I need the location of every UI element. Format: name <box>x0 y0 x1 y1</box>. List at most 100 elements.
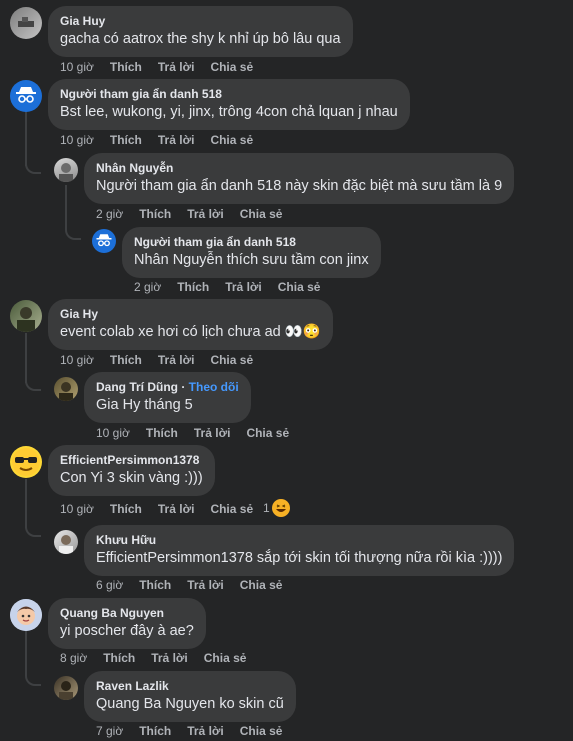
avatar[interactable] <box>54 158 78 182</box>
reply-button[interactable]: Trả lời <box>158 60 195 74</box>
comment-time[interactable]: 6 giờ <box>96 578 123 592</box>
photo-avatar-icon <box>59 163 73 182</box>
comment-author[interactable]: Người tham gia ẩn danh 518 <box>134 234 369 250</box>
comment-author: Dang Trí Dũng · Theo dõi <box>96 380 239 394</box>
comment-time[interactable]: 2 giờ <box>134 280 161 294</box>
comment-text: Nhân Nguyễn thích sưu tầm con jinx <box>134 252 369 268</box>
haha-reaction-icon <box>271 499 290 517</box>
cartoon-avatar-icon <box>10 599 42 631</box>
photo-avatar-icon <box>59 382 73 401</box>
anonymous-icon <box>16 87 36 103</box>
like-button[interactable]: Thích <box>139 207 171 221</box>
comment-text: Gia Hy tháng 5 <box>96 397 193 413</box>
comment-time[interactable]: 7 giờ <box>96 724 123 738</box>
share-button[interactable]: Chia sẻ <box>240 724 283 738</box>
comment-bubble: Gia Huy gacha có aatrox the shy k nhỉ úp… <box>48 6 353 57</box>
reply-button[interactable]: Trả lời <box>225 280 262 294</box>
comment-author[interactable]: Khưu Hữu <box>96 532 502 548</box>
avatar[interactable] <box>10 80 42 112</box>
avatar[interactable] <box>10 300 42 332</box>
like-button[interactable]: Thích <box>110 133 142 147</box>
reply-button[interactable]: Trả lời <box>158 502 195 516</box>
avatar[interactable] <box>54 377 78 401</box>
like-button[interactable]: Thích <box>146 426 178 440</box>
comment-author[interactable]: Quang Ba Nguyen <box>60 605 194 621</box>
comment-time[interactable]: 10 giờ <box>60 502 94 516</box>
comment-time[interactable]: 10 giờ <box>60 133 94 147</box>
comment-author[interactable]: EfficientPersimmon1378 <box>60 452 203 468</box>
comment-bubble: EfficientPersimmon1378 Con Yi 3 skin vàn… <box>48 445 215 496</box>
share-button[interactable]: Chia sẻ <box>246 426 289 440</box>
reaction-summary[interactable]: 1 <box>263 499 290 517</box>
comment-actions: 10 giờ Thích Trả lời Chia sẻ <box>60 501 269 517</box>
comment-actions: 8 giờ Thích Trả lời Chia sẻ <box>60 650 262 666</box>
comment-bubble: Raven Lazlik Quang Ba Nguyen ko skin cũ <box>84 671 296 722</box>
reply-button[interactable]: Trả lời <box>194 426 231 440</box>
comment-time[interactable]: 10 giờ <box>60 60 94 74</box>
comment-bubble: Dang Trí Dũng · Theo dõi Gia Hy tháng 5 <box>84 372 251 423</box>
comment-actions: 2 giờ Thích Trả lời Chia sẻ <box>96 206 298 222</box>
comment-actions: 10 giờ Thích Trả lời Chia sẻ <box>60 352 269 368</box>
comment-text: Con Yi 3 skin vàng :))) <box>60 470 203 486</box>
like-button[interactable]: Thích <box>103 651 135 665</box>
reply-button[interactable]: Trả lời <box>187 207 224 221</box>
comment-text: event colab xe hơi có lịch chưa ad 👀😳 <box>60 324 321 340</box>
comment-author-name[interactable]: Dang Trí Dũng <box>96 380 178 394</box>
share-button[interactable]: Chia sẻ <box>210 353 253 367</box>
like-button[interactable]: Thích <box>139 724 171 738</box>
like-button[interactable]: Thích <box>177 280 209 294</box>
comment-actions: 10 giờ Thích Trả lời Chia sẻ <box>60 132 269 148</box>
comment-author[interactable]: Gia Hy <box>60 306 321 322</box>
comment-text: Quang Ba Nguyen ko skin cũ <box>96 696 284 712</box>
comment-author[interactable]: Người tham gia ẩn danh 518 <box>60 86 398 102</box>
share-button[interactable]: Chia sẻ <box>210 60 253 74</box>
share-button[interactable]: Chia sẻ <box>210 133 253 147</box>
comment-time[interactable]: 2 giờ <box>96 207 123 221</box>
photo-avatar-icon <box>17 307 35 332</box>
like-button[interactable]: Thích <box>110 502 142 516</box>
reply-button[interactable]: Trả lời <box>187 578 224 592</box>
comment-author[interactable]: Nhân Nguyễn <box>96 160 502 176</box>
reply-button[interactable]: Trả lời <box>158 353 195 367</box>
reply-button[interactable]: Trả lời <box>187 724 224 738</box>
photo-avatar-icon <box>59 535 73 554</box>
comment-actions: 6 giờ Thích Trả lời Chia sẻ <box>96 577 298 593</box>
reply-button[interactable]: Trả lời <box>151 651 188 665</box>
comment-text: Bst lee, wukong, yi, jinx, trông 4con ch… <box>60 104 398 120</box>
photo-avatar-icon <box>59 681 73 700</box>
comment-actions: 10 giờ Thích Trả lời Chia sẻ <box>96 425 305 441</box>
comment-author[interactable]: Raven Lazlik <box>96 678 284 694</box>
comment-bubble: Người tham gia ẩn danh 518 Bst lee, wuko… <box>48 79 410 130</box>
comment-text: yi poscher đây à ae? <box>60 623 194 639</box>
comment-time[interactable]: 10 giờ <box>60 353 94 367</box>
comment-actions: 7 giờ Thích Trả lời Chia sẻ <box>96 723 298 739</box>
comment-time[interactable]: 8 giờ <box>60 651 87 665</box>
comment-bubble: Nhân Nguyễn Người tham gia ẩn danh 518 n… <box>84 153 515 204</box>
photo-avatar-icon <box>18 17 34 27</box>
comment-text: EfficientPersimmon1378 sắp tới skin tối … <box>96 550 503 566</box>
reply-button[interactable]: Trả lời <box>158 133 195 147</box>
comment-text: Người tham gia ẩn danh 518 này skin đặc … <box>96 178 503 194</box>
like-button[interactable]: Thích <box>110 353 142 367</box>
share-button[interactable]: Chia sẻ <box>278 280 321 294</box>
share-button[interactable]: Chia sẻ <box>240 578 283 592</box>
comment-author[interactable]: Gia Huy <box>60 13 341 29</box>
avatar[interactable] <box>54 676 78 700</box>
comment-bubble: Khưu Hữu EfficientPersimmon1378 sắp tới … <box>84 525 515 576</box>
sunglasses-emoji-icon <box>12 448 40 476</box>
avatar[interactable] <box>10 7 42 39</box>
follow-button[interactable]: Theo dõi <box>189 380 239 394</box>
share-button[interactable]: Chia sẻ <box>210 502 253 516</box>
like-button[interactable]: Thích <box>139 578 171 592</box>
avatar[interactable] <box>10 599 42 631</box>
reaction-count: 1 <box>263 501 270 515</box>
like-button[interactable]: Thích <box>110 60 142 74</box>
comment-time[interactable]: 10 giờ <box>96 426 130 440</box>
avatar[interactable] <box>10 446 42 478</box>
avatar[interactable] <box>54 530 78 554</box>
comment-bubble: Người tham gia ẩn danh 518 Nhân Nguyễn t… <box>122 227 381 278</box>
avatar[interactable] <box>92 229 116 253</box>
share-button[interactable]: Chia sẻ <box>240 207 283 221</box>
share-button[interactable]: Chia sẻ <box>204 651 247 665</box>
comment-actions: 10 giờ Thích Trả lời Chia sẻ <box>60 59 269 75</box>
